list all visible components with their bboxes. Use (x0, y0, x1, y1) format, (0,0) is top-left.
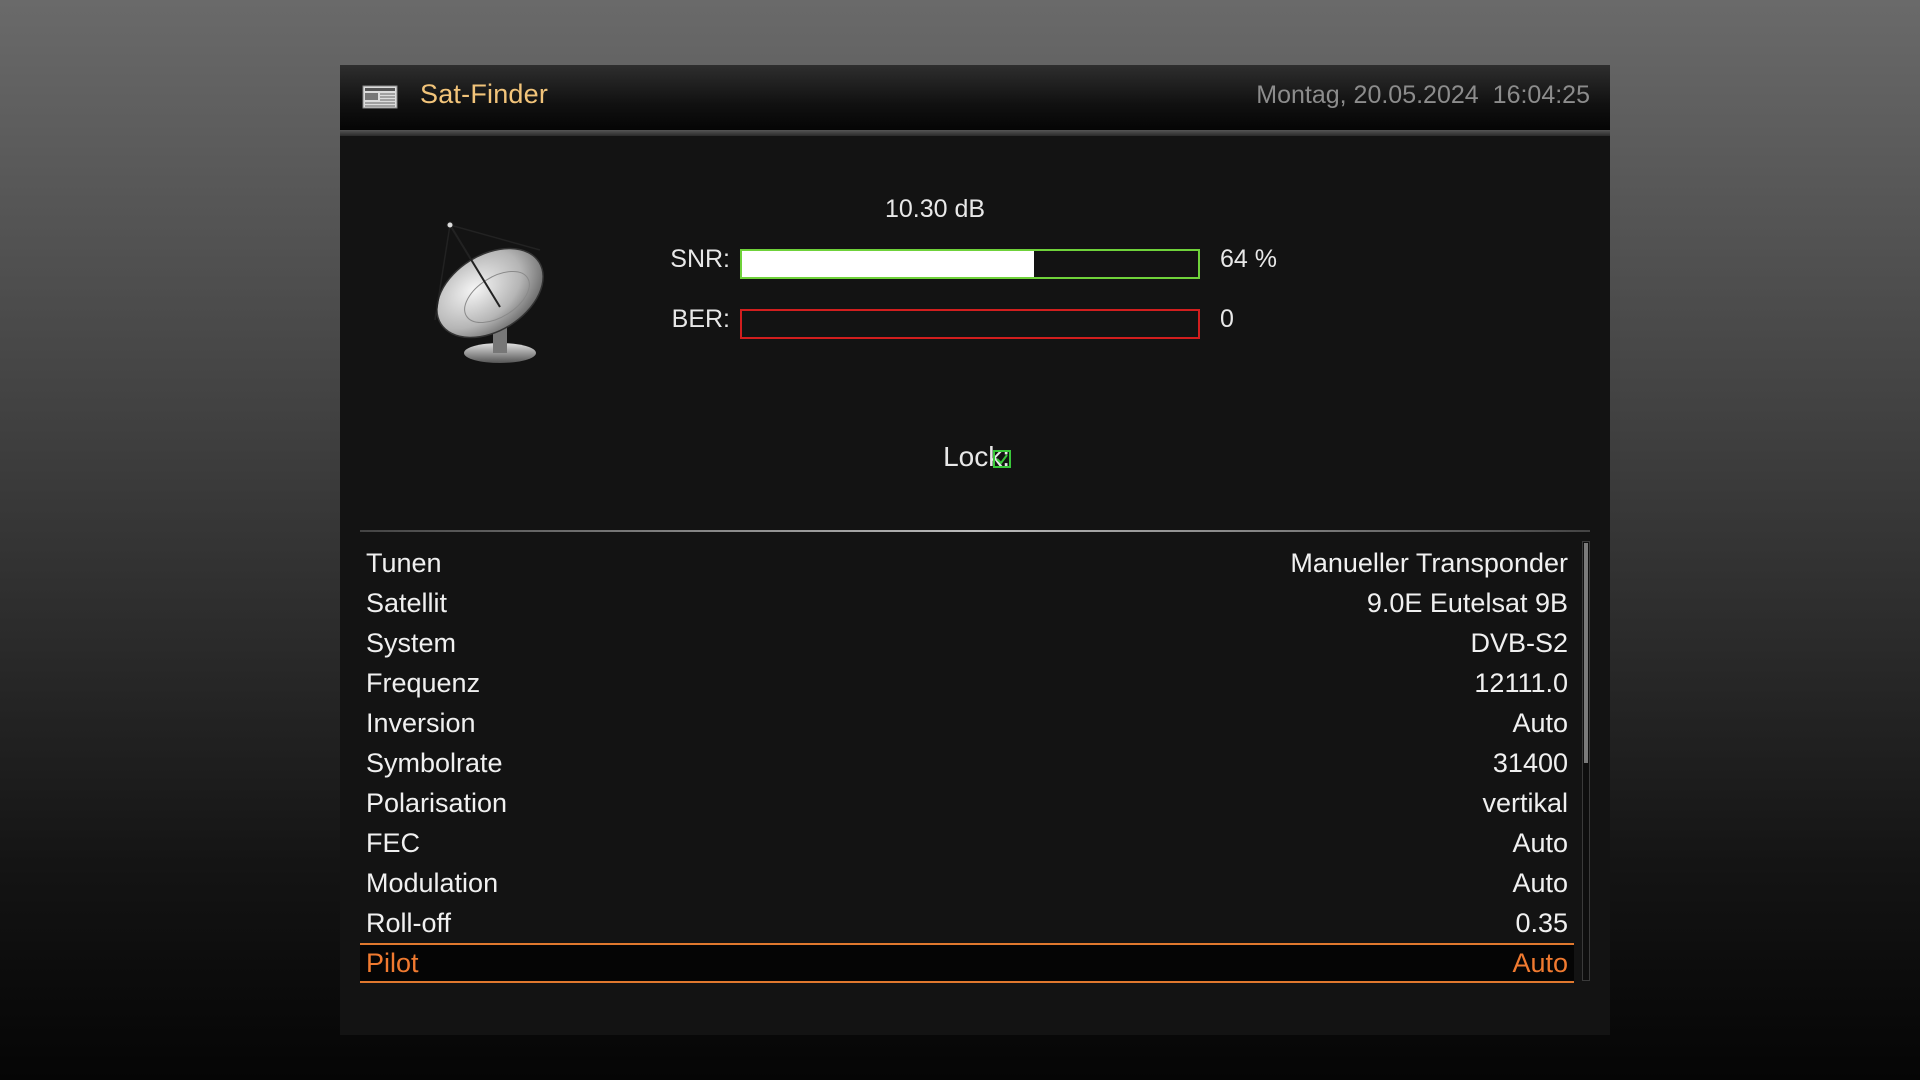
settings-row-frequenz[interactable]: Frequenz 12111.0 (360, 663, 1574, 703)
settings-row-roll-off[interactable]: Roll-off 0.35 (360, 903, 1574, 943)
snr-db-value: 10.30 dB (884, 195, 986, 223)
setting-label: Modulation (366, 867, 499, 898)
setting-label: FEC (366, 827, 420, 858)
settings-row-inversion[interactable]: Inversion Auto (360, 703, 1574, 743)
ber-label: BER: (671, 305, 730, 333)
setting-value: 31400 (1492, 747, 1568, 778)
settings-row-polarisation[interactable]: Polarisation vertikal (360, 783, 1574, 823)
title-bar: Sat-Finder Montag, 20.05.2024 16:04:25 (340, 65, 1610, 130)
ber-value: 0 (1220, 305, 1234, 333)
setting-label: Roll-off (366, 907, 452, 938)
setting-label: Symbolrate (366, 747, 503, 778)
snr-percent: 64 % (1220, 245, 1277, 273)
setting-label: Polarisation (366, 787, 508, 818)
satellite-dish-icon (434, 221, 544, 363)
setting-value: vertikal (1482, 787, 1568, 818)
setting-label: Pilot (366, 947, 419, 978)
setting-value: Auto (1512, 947, 1568, 978)
newspaper-icon (362, 85, 398, 109)
scrollbar[interactable] (1582, 541, 1590, 981)
setting-value: 9.0E Eutelsat 9B (1366, 587, 1568, 618)
snr-meter-fill (742, 251, 1034, 277)
setting-value: 0.35 (1515, 907, 1568, 938)
settings-row-satellit[interactable]: Satellit 9.0E Eutelsat 9B (360, 583, 1574, 623)
section-divider (360, 530, 1590, 532)
scrollbar-thumb[interactable] (1584, 543, 1588, 763)
setting-value: Auto (1512, 707, 1568, 738)
time-text: 16:04:25 (1492, 81, 1590, 109)
snr-label: SNR: (670, 245, 730, 273)
date-text: Montag, 20.05.2024 (1256, 81, 1479, 109)
lock-check-icon (993, 450, 1011, 468)
lock-label: Lock: (943, 441, 1010, 472)
setting-label: System (366, 627, 457, 658)
title-divider (340, 130, 1610, 136)
snr-meter (740, 249, 1200, 279)
clock: Montag, 20.05.2024 16:04:25 (1256, 81, 1590, 110)
ber-meter (740, 309, 1200, 339)
sat-finder-window: Sat-Finder Montag, 20.05.2024 16:04:25 10… (340, 65, 1610, 1035)
setting-value: DVB-S2 (1470, 627, 1568, 658)
setting-value: Auto (1512, 867, 1568, 898)
page-title: Sat-Finder (420, 79, 549, 109)
settings-row-system[interactable]: System DVB-S2 (360, 623, 1574, 663)
settings-row-modulation[interactable]: Modulation Auto (360, 863, 1574, 903)
settings-row-tunen[interactable]: Tunen Manueller Transponder (360, 543, 1574, 583)
setting-label: Inversion (366, 707, 476, 738)
tuning-settings-list: Tunen Manueller Transponder Satellit 9.0E E… (360, 543, 1574, 983)
setting-label: Satellit (366, 587, 448, 618)
setting-value: Auto (1512, 827, 1568, 858)
settings-row-symbolrate[interactable]: Symbolrate 31400 (360, 743, 1574, 783)
setting-label: Tunen (366, 547, 442, 578)
setting-label: Frequenz (366, 667, 481, 698)
settings-row-pilot[interactable]: Pilot Auto (360, 943, 1574, 983)
setting-value: Manueller Transponder (1290, 547, 1568, 578)
settings-row-fec[interactable]: FEC Auto (360, 823, 1574, 863)
setting-value: 12111.0 (1474, 667, 1568, 698)
